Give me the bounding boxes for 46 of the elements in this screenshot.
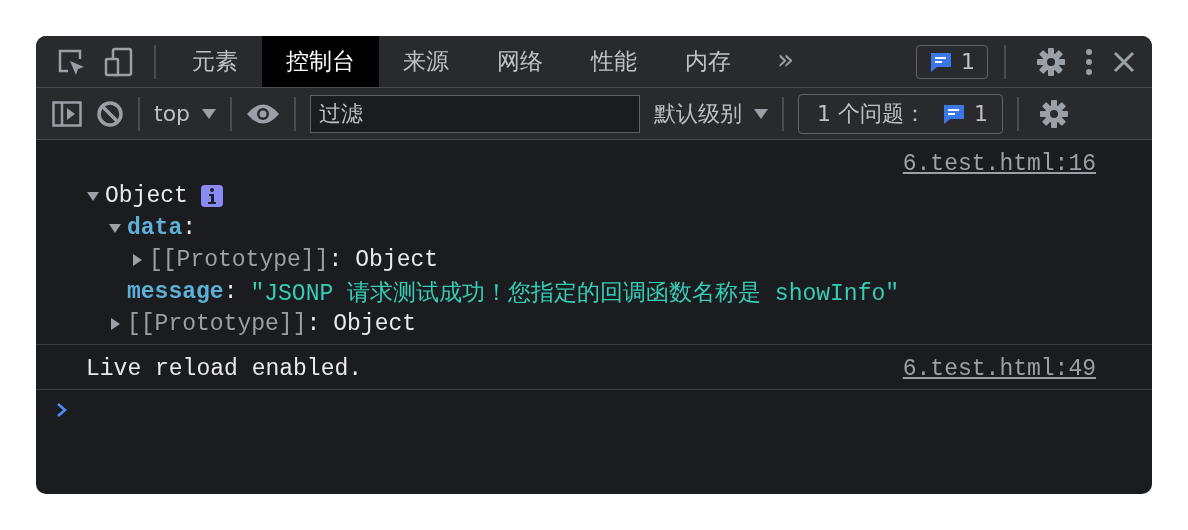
dropdown-arrow-icon xyxy=(754,108,769,119)
property-key: [[Prototype]] xyxy=(127,311,307,337)
property-value: Object xyxy=(355,247,439,273)
collapsed-arrow-icon[interactable] xyxy=(130,253,144,267)
issues-button[interactable]: 1 个问题： 1 xyxy=(798,93,1004,134)
source-link[interactable]: 6.test.html:49 xyxy=(902,356,1096,382)
info-icon[interactable] xyxy=(200,185,223,207)
settings-icon[interactable] xyxy=(1039,98,1070,129)
colon: : xyxy=(223,279,238,305)
more-menu-icon[interactable] xyxy=(1084,46,1094,77)
context-dropdown[interactable]: top xyxy=(154,101,217,126)
colon: : xyxy=(328,247,343,273)
sidebar-toggle-icon[interactable] xyxy=(52,100,82,127)
filter-field[interactable]: 过滤 xyxy=(310,94,641,133)
tab[interactable]: 来源 xyxy=(379,36,473,87)
issue-count: 1 xyxy=(974,101,989,126)
prompt-chevron-icon xyxy=(56,402,68,418)
tab[interactable]: 网络 xyxy=(473,36,567,87)
collapsed-arrow-icon[interactable] xyxy=(108,317,122,331)
issues-badge[interactable]: 1 xyxy=(916,44,988,79)
tab[interactable]: 控制台 xyxy=(262,36,379,87)
eye-icon[interactable] xyxy=(246,102,281,125)
log-message: Live reload enabled. xyxy=(86,356,363,382)
tab[interactable]: 元素 xyxy=(168,36,262,87)
colon: : xyxy=(306,311,321,337)
expanded-arrow-icon[interactable] xyxy=(86,189,100,203)
close-icon[interactable] xyxy=(1112,49,1136,74)
property-key: data xyxy=(127,215,183,241)
expanded-arrow-icon[interactable] xyxy=(108,221,122,235)
property-value: Object xyxy=(333,311,417,337)
log-level-dropdown[interactable]: 默认级别 xyxy=(654,98,769,129)
tab[interactable]: 性能 xyxy=(567,36,661,87)
issues-label: 1 个问题： xyxy=(817,99,927,128)
settings-icon[interactable] xyxy=(1036,46,1066,77)
colon: : xyxy=(182,215,197,241)
property-key: [[Prototype]] xyxy=(149,247,329,273)
tab[interactable]: 内存 xyxy=(661,36,755,87)
issue-count: 1 xyxy=(961,49,975,74)
clear-console-icon[interactable] xyxy=(96,99,124,128)
dropdown-arrow-icon xyxy=(202,108,217,119)
source-link[interactable]: 6.test.html:16 xyxy=(902,151,1096,177)
property-value: "JSONP 请求测试成功！您指定的回调函数名称是 showInfo" xyxy=(250,279,900,308)
property-key: message xyxy=(127,279,224,305)
more-tabs-button[interactable]: » xyxy=(755,43,817,80)
device-icon[interactable] xyxy=(104,46,134,77)
object-label: Object xyxy=(105,183,188,209)
